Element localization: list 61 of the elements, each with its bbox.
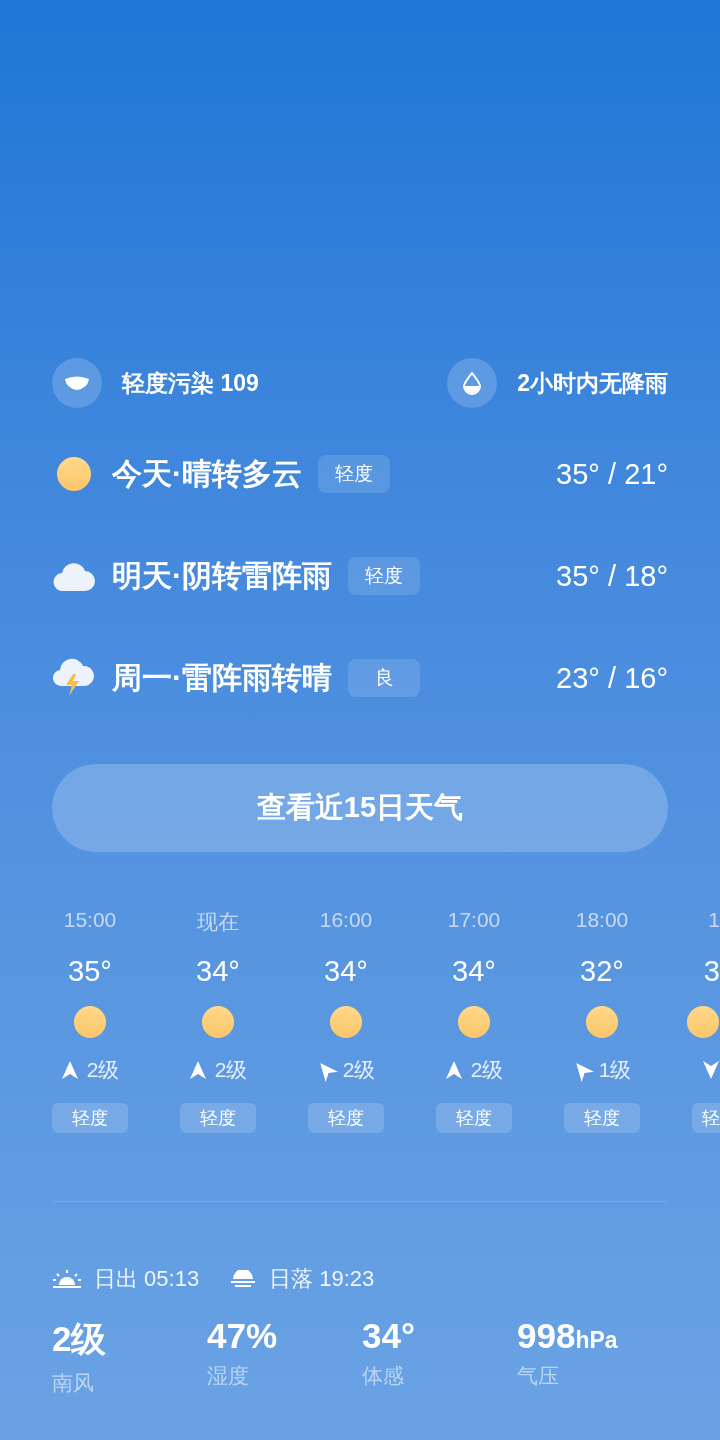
forecast-button[interactable]: 查看近15日天气 <box>52 764 668 852</box>
wind-level: 2级 <box>86 1057 120 1083</box>
air-quality-text: 轻度污染 109 <box>122 368 259 398</box>
wind-level: 2级 <box>342 1057 376 1083</box>
rain-forecast-text: 2小时内无降雨 <box>517 368 668 398</box>
aqi-tag: 轻度 <box>436 1103 512 1133</box>
thunder-cloud-icon <box>53 658 95 698</box>
wind-level: 2级 <box>214 1057 248 1083</box>
hour-time: 17:00 <box>447 908 501 933</box>
sun-icon <box>457 1005 491 1039</box>
wind-arrow-icon <box>702 1060 720 1080</box>
hour-temperature: 34° <box>196 955 240 989</box>
stat-label: 气压 <box>517 1363 560 1389</box>
wind-level: 1级 <box>598 1057 632 1083</box>
aqi-tag: 良 <box>348 659 420 697</box>
hour-temperature: 34° <box>324 955 368 989</box>
wind-level: 2级 <box>470 1057 504 1083</box>
stat-label: 南风 <box>52 1370 95 1396</box>
stat-label: 体感 <box>362 1363 405 1389</box>
sun-icon <box>201 1005 235 1039</box>
aqi-tag: 轻 <box>692 1103 720 1133</box>
aqi-tag: 轻度 <box>318 455 390 493</box>
aqi-tag: 轻度 <box>348 557 420 595</box>
sunset-time: 日落 19:23 <box>269 1265 375 1293</box>
sunset-icon <box>229 1270 258 1288</box>
sun-icon <box>585 1005 619 1039</box>
sun-icon <box>56 456 92 492</box>
hour-time: 18:00 <box>575 908 629 933</box>
temperature-range: 35° / 21° <box>556 457 668 491</box>
stat-value: 34° <box>362 1316 416 1356</box>
sun-icon <box>686 1005 720 1039</box>
hour-time: 15:00 <box>63 908 117 933</box>
hour-temperature: 32° <box>580 955 624 989</box>
hour-temperature: 3 <box>703 955 720 989</box>
stat-value: 2级 <box>52 1318 108 1360</box>
day-forecast-label: 今天·晴转多云 <box>112 455 302 492</box>
aqi-tag: 轻度 <box>52 1103 128 1133</box>
mask-icon <box>52 358 102 408</box>
day-forecast-label: 周一·雷阵雨转晴 <box>112 659 332 696</box>
sun-icon <box>73 1005 107 1039</box>
stat-value: 47% <box>207 1316 279 1356</box>
hour-time: 1 <box>708 908 720 933</box>
wind-arrow-icon <box>444 1060 463 1080</box>
day-forecast-label: 明天·阴转雷阵雨 <box>112 557 332 594</box>
temperature-range: 35° / 18° <box>556 559 668 593</box>
hour-temperature: 34° <box>452 955 496 989</box>
hour-temperature: 35° <box>68 955 112 989</box>
temperature-range: 23° / 16° <box>556 661 668 695</box>
sunrise-icon <box>52 1269 82 1289</box>
raindrop-icon <box>447 358 498 408</box>
sunrise-time: 日出 05:13 <box>94 1265 200 1293</box>
aqi-tag: 轻度 <box>564 1103 640 1133</box>
aqi-tag: 轻度 <box>308 1103 384 1133</box>
stat-value: 998hPa <box>517 1316 619 1356</box>
hour-time: 现在 <box>197 909 239 935</box>
stat-label: 湿度 <box>207 1363 250 1389</box>
hour-time: 16:00 <box>319 908 373 933</box>
sun-icon <box>329 1005 363 1039</box>
wind-arrow-icon <box>60 1060 79 1080</box>
aqi-tag: 轻度 <box>180 1103 256 1133</box>
wind-arrow-icon <box>188 1060 207 1080</box>
